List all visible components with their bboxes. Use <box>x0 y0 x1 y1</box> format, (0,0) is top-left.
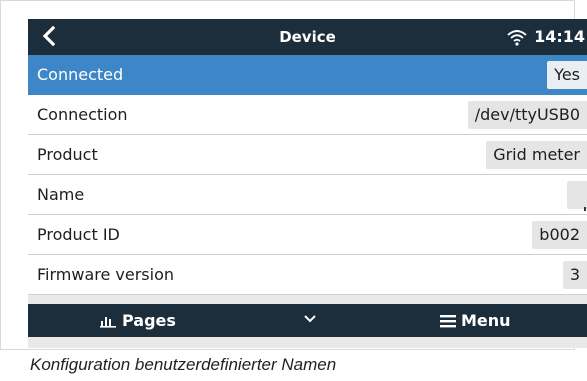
figure-caption: Konfiguration benutzerdefinierter Namen <box>30 355 337 374</box>
name-field[interactable] <box>567 181 587 209</box>
row-connected[interactable]: Connected Yes <box>28 55 587 95</box>
edit-marker <box>584 207 586 211</box>
row-value: Grid meter <box>486 141 587 169</box>
row-label: Product <box>37 145 98 164</box>
row-label: Connection <box>37 105 128 124</box>
row-name[interactable]: Name <box>28 175 587 215</box>
bottom-bar: Pages Menu <box>28 304 587 337</box>
pages-button[interactable]: Pages <box>100 311 176 330</box>
row-value: b002 <box>532 221 587 249</box>
row-firmware-version[interactable]: Firmware version 3 <box>28 255 587 295</box>
menu-button[interactable]: Menu <box>440 311 511 330</box>
row-label: Product ID <box>37 225 120 244</box>
device-screen: Device 14:14 Connected Yes Connection /d… <box>28 19 587 348</box>
top-bar: Device 14:14 <box>28 19 587 55</box>
row-label: Firmware version <box>37 265 175 284</box>
row-value: 3 <box>562 261 587 289</box>
row-product[interactable]: Product Grid meter <box>28 135 587 175</box>
clock-time: 14:14 <box>534 27 585 46</box>
pages-label: Pages <box>122 311 176 330</box>
row-connection[interactable]: Connection /dev/ttyUSB0 <box>28 95 587 135</box>
row-value: Yes <box>547 61 587 89</box>
row-label: Name <box>37 185 85 204</box>
row-label: Connected <box>37 65 124 84</box>
row-product-id[interactable]: Product ID b002 <box>28 215 587 255</box>
settings-list: Connected Yes Connection /dev/ttyUSB0 Pr… <box>28 55 587 295</box>
wifi-icon <box>507 29 527 46</box>
page-title: Device <box>279 28 336 46</box>
status-area: 14:14 <box>506 27 585 46</box>
chevron-down-icon[interactable] <box>303 314 317 324</box>
row-value: /dev/ttyUSB0 <box>467 101 587 129</box>
bar-chart-icon <box>100 316 116 328</box>
hamburger-icon <box>440 314 456 327</box>
menu-label: Menu <box>461 311 511 330</box>
